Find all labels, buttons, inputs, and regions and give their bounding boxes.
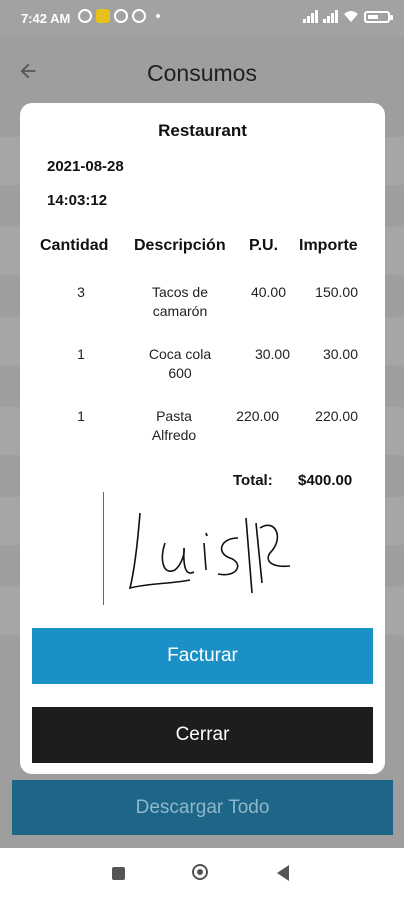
column-header-cantidad: Cantidad [40, 237, 109, 254]
table-cell-importe: 30.00 [322, 346, 358, 362]
table-cell-pu: 220.00 [236, 408, 279, 424]
recent-apps-icon[interactable] [112, 867, 125, 880]
receipt-time: 14:03:12 [47, 192, 108, 209]
notification-icon [96, 9, 110, 23]
table-cell-pu: 30.00 [254, 346, 290, 362]
cerrar-button[interactable]: Cerrar [32, 707, 373, 763]
status-time: 7:42 AM [21, 11, 71, 26]
table-cell-desc: Tacos de camarón [151, 284, 209, 319]
signal-icon [323, 10, 338, 23]
status-notification-icons [78, 9, 160, 23]
app-icon [132, 9, 146, 23]
table-cell-qty: 3 [77, 284, 85, 300]
app-icon [114, 9, 128, 23]
page-title: Consumos [147, 60, 257, 86]
table-cell-desc: Pasta Alfredo [151, 408, 197, 443]
wifi-icon [344, 11, 358, 22]
table-cell-qty: 1 [77, 408, 85, 424]
table-cell-pu: 40.00 [250, 284, 286, 300]
status-system-icons [303, 10, 393, 23]
table-cell-desc: Coca cola 600 [148, 346, 212, 381]
column-header-descripcion: Descripción [134, 237, 226, 254]
column-header-importe: Importe [299, 237, 358, 254]
status-bar: 7:42 AM [0, 0, 404, 37]
more-notifications-icon [156, 14, 160, 18]
table-cell-importe: 220.00 [315, 408, 358, 424]
home-icon[interactable] [192, 864, 208, 880]
receipt-date: 2021-08-28 [47, 158, 124, 175]
table-cell-qty: 1 [77, 346, 85, 362]
total-label: Total: [233, 472, 273, 489]
facturar-button[interactable]: Facturar [32, 628, 373, 684]
signal-icon [303, 10, 318, 23]
system-nav-bar [0, 848, 404, 900]
dialog-title: Restaurant [158, 121, 247, 140]
signature-divider [103, 492, 104, 605]
column-header-pu: P.U. [249, 237, 279, 254]
alarm-icon [78, 9, 92, 23]
download-all-button[interactable]: Descargar Todo [12, 780, 393, 835]
table-cell-importe: 150.00 [315, 284, 358, 300]
battery-icon [364, 10, 393, 23]
receipt-dialog: Restaurant 2021-08-28 14:03:12 Cantidad … [20, 103, 385, 774]
signature-image [128, 512, 291, 594]
total-value: $400.00 [298, 472, 353, 489]
system-back-icon[interactable] [277, 865, 289, 881]
